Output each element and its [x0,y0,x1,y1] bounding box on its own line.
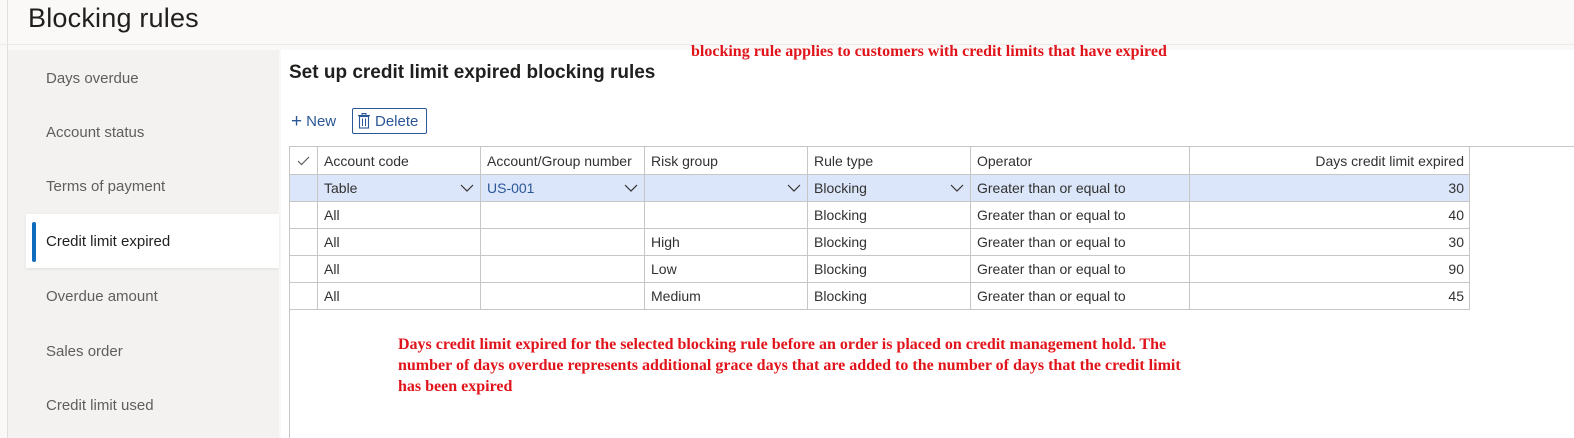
sidebar-item-terms-of-payment[interactable]: Terms of payment [26,159,279,213]
row-selector[interactable] [289,255,318,283]
row-selector[interactable] [289,174,318,202]
account-group-number-cell[interactable] [480,201,645,229]
sidebar-item-label: Credit limit used [46,396,154,414]
sidebar-item-label: Sales order [46,342,123,360]
sidebar-item-overdue-amount[interactable]: Overdue amount [26,269,279,323]
sidebar-item-account-status[interactable]: Account status [26,105,279,159]
sidebar-item-days-overdue[interactable]: Days overdue [26,51,279,105]
rule-type-cell[interactable]: Blocking [807,255,971,283]
column-header-account-code[interactable]: Account code [317,146,481,175]
rule-type-cell[interactable]: Blocking [807,228,971,256]
rule-type-dropdown[interactable]: Blocking [807,174,971,202]
checkmark-icon [297,156,310,165]
column-header-operator[interactable]: Operator [970,146,1190,175]
account-code-cell[interactable]: All [317,255,481,283]
table-row[interactable]: Table US-001 Blocking Greater than or eq… [289,174,1470,202]
sidebar-item-label: Days overdue [46,69,139,87]
column-header-days-credit-limit-expired[interactable]: Days credit limit expired [1189,146,1470,175]
grid-header-row: Account code Account/Group number Risk g… [289,146,1470,175]
row-selector[interactable] [289,201,318,229]
row-selector[interactable] [289,282,318,310]
operator-cell[interactable]: Greater than or equal to [970,282,1190,310]
table-row[interactable]: All Low Blocking Greater than or equal t… [289,255,1470,283]
column-header-account-group-number[interactable]: Account/Group number [480,146,645,175]
annotation-top: blocking rule applies to customers with … [691,43,1167,60]
account-group-number-cell[interactable] [480,228,645,256]
operator-cell[interactable]: Greater than or equal to [970,201,1190,229]
risk-group-cell[interactable]: Low [644,255,808,283]
sidebar-item-label: Credit limit expired [46,232,171,250]
account-group-number-value[interactable]: US-001 [487,180,534,196]
account-group-number-cell[interactable] [480,255,645,283]
rule-type-cell[interactable]: Blocking [807,201,971,229]
delete-button-label: Delete [375,112,419,130]
delete-button[interactable]: Delete [352,108,427,134]
chevron-down-icon [950,184,964,192]
operator-cell[interactable]: Greater than or equal to [970,255,1190,283]
rule-type-value: Blocking [814,180,867,196]
sidebar-item-sales-order[interactable]: Sales order [26,324,279,378]
days-cell[interactable]: 30 [1189,174,1470,202]
annotation-bottom-line: Days credit limit expired for the select… [398,336,1167,353]
risk-group-cell[interactable] [644,201,808,229]
new-button-label: New [306,112,337,130]
blocking-rules-grid: Account code Account/Group number Risk g… [289,146,1470,310]
new-button[interactable]: + New [291,109,336,133]
account-code-cell[interactable]: All [317,228,481,256]
sidebar-item-credit-limit-used[interactable]: Credit limit used [26,378,279,432]
account-code-value: Table [324,180,358,196]
risk-group-dropdown[interactable] [644,174,808,202]
annotation-bottom-line: number of days overdue represents additi… [398,357,1181,374]
plus-icon: + [291,110,303,132]
operator-cell[interactable]: Greater than or equal to [970,228,1190,256]
account-code-cell[interactable]: All [317,282,481,310]
days-cell[interactable]: 45 [1189,282,1470,310]
account-code-dropdown[interactable]: Table [317,174,481,202]
days-cell[interactable]: 40 [1189,201,1470,229]
page-title: Blocking rules [28,3,199,33]
account-group-number-cell[interactable] [480,282,645,310]
chevron-down-icon [787,184,801,192]
row-selector[interactable] [289,228,318,256]
panel-title: Set up credit limit expired blocking rul… [289,62,656,83]
select-all-checkbox[interactable] [289,146,318,175]
days-cell[interactable]: 90 [1189,255,1470,283]
annotation-bottom-line: has been expired [398,378,513,395]
sidebar-item-label: Account status [46,123,145,141]
sidebar: Days overdue Account status Terms of pay… [8,50,279,438]
rule-type-cell[interactable]: Blocking [807,282,971,310]
table-row[interactable]: All Blocking Greater than or equal to 40 [289,201,1470,229]
account-group-number-dropdown[interactable]: US-001 [480,174,645,202]
chevron-down-icon [460,184,474,192]
column-header-rule-type[interactable]: Rule type [807,146,971,175]
table-row[interactable]: All High Blocking Greater than or equal … [289,228,1470,256]
risk-group-cell[interactable]: High [644,228,808,256]
chevron-down-icon [624,184,638,192]
account-code-cell[interactable]: All [317,201,481,229]
annotation-bottom: Days credit limit expired for the select… [398,334,1298,397]
table-row[interactable]: All Medium Blocking Greater than or equa… [289,282,1470,310]
days-cell[interactable]: 30 [1189,228,1470,256]
trash-icon [358,113,370,129]
sidebar-item-label: Overdue amount [46,287,158,305]
risk-group-cell[interactable]: Medium [644,282,808,310]
sidebar-item-label: Terms of payment [46,177,166,195]
sidebar-item-credit-limit-expired[interactable]: Credit limit expired [26,214,279,268]
column-header-risk-group[interactable]: Risk group [644,146,808,175]
operator-cell[interactable]: Greater than or equal to [970,174,1190,202]
